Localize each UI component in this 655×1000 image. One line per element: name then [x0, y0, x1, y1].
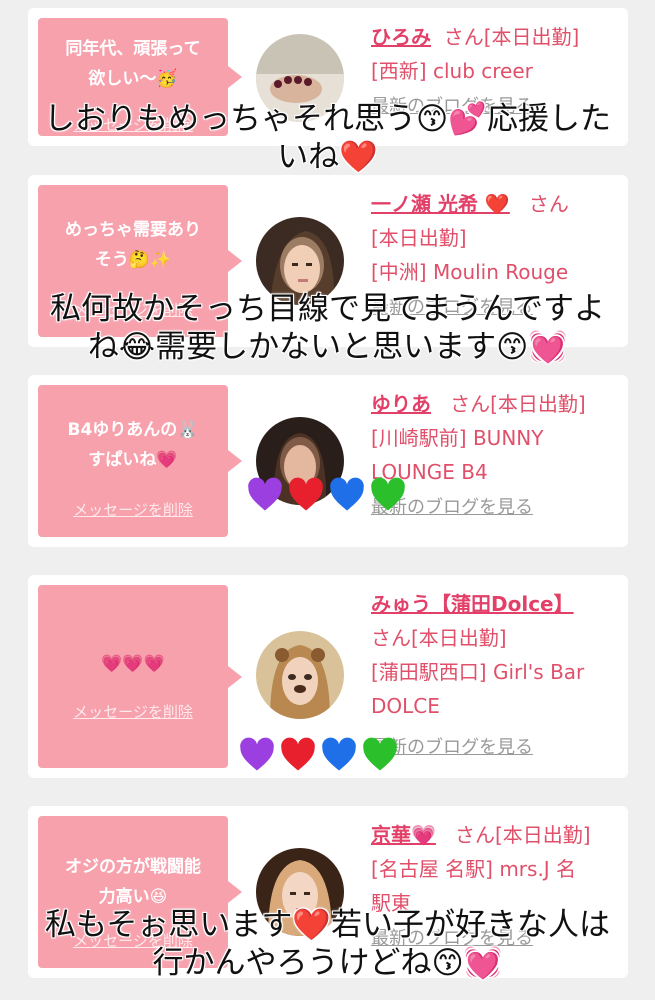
message-line: 同年代、頑張って	[65, 39, 201, 59]
caption-line: 行かんやろうけどね😙💓	[152, 945, 503, 981]
avatar[interactable]	[256, 631, 344, 719]
message-line: そう🤔✨	[94, 250, 172, 270]
message-bubble: 💗💗💗 メッセージを削除	[38, 585, 242, 768]
status-label: [本日出勤]	[371, 226, 467, 250]
heart-sticker-row	[238, 736, 402, 774]
status-label: [本日出勤]	[483, 25, 580, 49]
honorific: さん	[528, 192, 569, 216]
shop-label: [蒲田駅西口] Girl's Bar	[371, 660, 585, 684]
delete-message-link[interactable]: メッセージを削除	[38, 495, 228, 525]
heart-sticker-row	[246, 476, 410, 514]
caption-line: いね❤️	[277, 139, 378, 175]
message-text: オジの方が戦闘能 力高い😆	[38, 852, 228, 912]
honorific: さん	[454, 823, 495, 847]
status-label: [本日出勤]	[490, 392, 586, 416]
green-heart-icon	[363, 737, 397, 771]
message-line: 💗💗💗	[101, 654, 165, 674]
message-text: 同年代、頑張って 欲しい〜🥳	[38, 34, 228, 94]
overlay-caption: 私もそぉ思います❤️若い子が好きな人は 行かんやろうけどね😙💓	[0, 906, 655, 982]
message-line: めっちゃ需要あり	[65, 220, 201, 240]
cast-name-link[interactable]: 京華💗	[371, 823, 436, 847]
honorific: さん	[371, 626, 411, 650]
caption-line: 私もそぉ思います❤️若い子が好きな人は	[45, 907, 610, 943]
shop-label: [名古屋 名駅] mrs.J 名	[371, 857, 577, 881]
cast-name-link[interactable]: 一ノ瀬 光希 ❤️	[371, 192, 510, 216]
caption-line: ね😂需要しかないと思います😙💓	[87, 329, 568, 365]
message-text: B4ゆりあんの🐰 すぱいね💗	[38, 415, 228, 475]
message-line: B4ゆりあんの🐰	[67, 420, 199, 440]
blue-heart-icon	[322, 737, 356, 771]
message-line: すぱいね💗	[88, 450, 178, 470]
message-line: 欲しい〜🥳	[88, 69, 178, 89]
cast-name-link[interactable]: ひろみ	[371, 25, 431, 49]
honorific: さん	[450, 392, 491, 416]
overlay-caption: しおりもめっちゃそれ思う😙💕応援した いね❤️	[0, 100, 655, 176]
shop-label: [西新] club creer	[371, 59, 533, 83]
red-heart-icon	[281, 737, 315, 771]
shop-label-cont: DOLCE	[371, 694, 440, 718]
caption-line: 私何故かそっち目線で見てまうんですよ	[50, 291, 605, 327]
message-text: 💗💗💗	[38, 649, 228, 679]
purple-heart-icon	[240, 737, 274, 771]
cast-name-link[interactable]: ゆりあ	[371, 392, 431, 416]
blue-heart-icon	[330, 477, 364, 511]
green-heart-icon	[371, 477, 405, 511]
purple-heart-icon	[248, 477, 282, 511]
red-heart-icon	[289, 477, 323, 511]
delete-message-link[interactable]: メッセージを削除	[38, 697, 228, 727]
honorific: さん	[443, 25, 484, 49]
message-text: めっちゃ需要あり そう🤔✨	[38, 215, 228, 275]
shop-label: [中洲] Moulin Rouge	[371, 260, 569, 284]
message-bubble: B4ゆりあんの🐰 すぱいね💗 メッセージを削除	[38, 385, 242, 537]
message-line: オジの方が戦闘能	[65, 857, 201, 877]
message-card: B4ゆりあんの🐰 すぱいね💗 メッセージを削除 ゆりあ さん[本日出勤] [川崎…	[28, 375, 628, 547]
overlay-caption: 私何故かそっち目線で見てまうんですよ ね😂需要しかないと思います😙💓	[0, 290, 655, 366]
caption-line: しおりもめっちゃそれ思う😙💕応援した	[44, 101, 611, 137]
shop-label: [川崎駅前] BUNNY	[371, 426, 544, 450]
status-label: [本日出勤]	[494, 823, 591, 847]
cast-name-link[interactable]: みゅう【蒲田Dolce】	[371, 592, 574, 616]
status-label: [本日出勤]	[411, 626, 507, 650]
profile-info: みゅう【蒲田Dolce】 さん[本日出勤] [蒲田駅西口] Girl's Bar…	[371, 587, 618, 765]
